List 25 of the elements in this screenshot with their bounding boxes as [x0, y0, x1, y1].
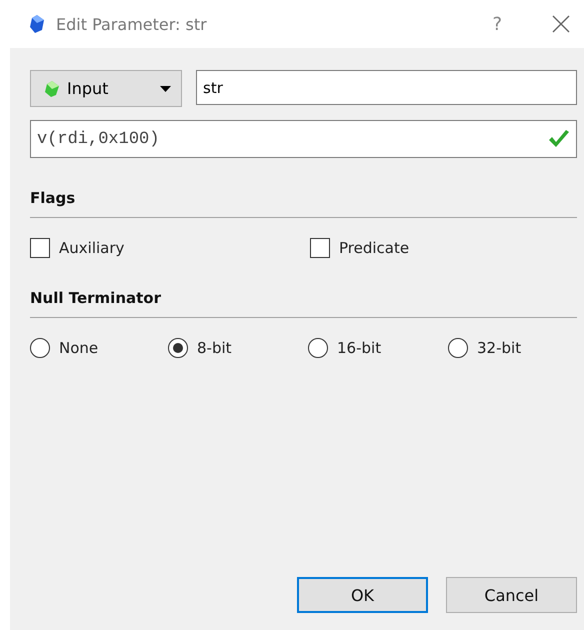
section-heading: Null Terminator: [30, 289, 161, 307]
radio-button[interactable]: [30, 338, 50, 358]
cube-icon: [30, 15, 44, 33]
radio-label: None: [59, 339, 98, 357]
radio-button[interactable]: [448, 338, 468, 358]
name-field[interactable]: str: [196, 70, 577, 105]
help-button[interactable]: ?: [492, 14, 502, 34]
checkbox-label: Auxiliary: [59, 239, 124, 257]
window-title: Edit Parameter: str: [56, 14, 208, 34]
expression-field[interactable]: v(rdi,0x100): [30, 120, 577, 158]
checkbox[interactable]: [310, 238, 330, 258]
radio-label: 32-bit: [477, 339, 522, 357]
checkbox[interactable]: [30, 238, 50, 258]
radio-button[interactable]: [168, 338, 188, 358]
section-heading: Flags: [30, 189, 76, 207]
radio-label: 16-bit: [337, 339, 382, 357]
checkbox-label: Predicate: [339, 239, 410, 257]
dialog-button[interactable]: OK: [297, 577, 428, 613]
dialog-button[interactable]: Cancel: [446, 577, 577, 613]
caret-icon: [160, 86, 171, 92]
gem-icon: [45, 80, 59, 96]
radio-label: 8-bit: [197, 339, 232, 357]
direction-dropdown[interactable]: Input: [30, 70, 182, 107]
close-icon[interactable]: [552, 15, 570, 33]
radio-button[interactable]: [308, 338, 328, 358]
